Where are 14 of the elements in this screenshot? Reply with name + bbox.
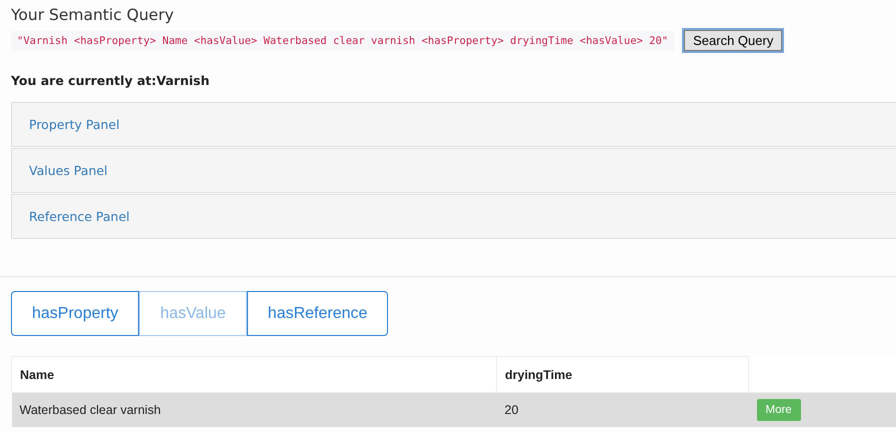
table-cell: 20 [496,392,748,427]
current-location: You are currently at:Varnish [11,73,210,88]
search-query-button[interactable]: Search Query [684,30,782,51]
column-header: Name [12,356,496,392]
more-button[interactable]: More [756,399,801,421]
panel-header[interactable]: Values Panel [11,148,896,193]
filter-button[interactable]: hasReference [246,291,388,336]
query-text: "Varnish <hasProperty> Name <hasValue> Waterbased clear varnish <hasProperty> dryingTime <hasValue> 20" [11,30,674,50]
panel-header[interactable]: Property Panel [11,102,896,147]
filter-button[interactable]: hasProperty [11,291,140,336]
page-heading: Your Semantic Query [11,6,175,24]
panel-header[interactable]: Reference Panel [11,194,896,239]
table-cell: Waterbased clear varnish [12,392,496,427]
column-header: dryingTime [496,356,748,392]
